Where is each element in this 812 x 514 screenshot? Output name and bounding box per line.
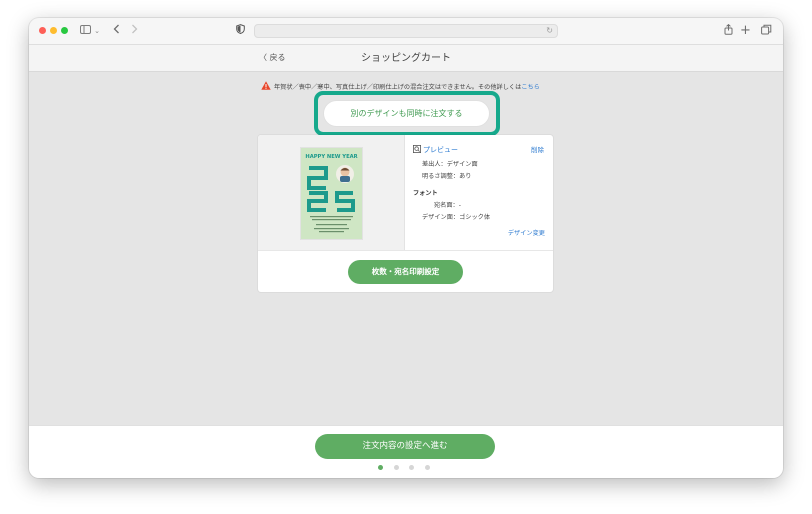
- sender-row: 差出人：デザイン面: [422, 161, 478, 168]
- warning-text: 年賀状／喪中／寒中、写真仕上げ／印刷仕上げの混合注文はできません。その他詳しくは: [274, 84, 522, 91]
- share-icon[interactable]: [723, 23, 733, 38]
- bottom-bar: 注文内容の設定へ進む: [29, 425, 783, 478]
- magnifier-icon: [413, 145, 421, 153]
- step-dot-2: [394, 465, 399, 470]
- browser-window: ⌄ ↻ + 〈 戻る ショッピングカート 年賀状／喪中／寒中、写真仕上げ／印刷仕…: [29, 18, 783, 478]
- warning-triangle-icon: [261, 81, 271, 90]
- cart-item-card: HAPPY NEW YEAR 25: [258, 135, 553, 292]
- font-heading: フォント: [413, 190, 438, 197]
- reload-icon[interactable]: ↻: [546, 25, 553, 37]
- zoom-window-button[interactable]: [61, 27, 68, 34]
- new-year-card-image[interactable]: HAPPY NEW YEAR 25: [301, 148, 362, 239]
- tabs-icon[interactable]: [760, 24, 772, 38]
- privacy-shield-icon[interactable]: [235, 24, 245, 38]
- step-dot-4: [425, 465, 430, 470]
- addressee-font-row: 宛名面：-: [434, 202, 461, 209]
- browser-toolbar: ⌄ ↻ +: [29, 18, 783, 45]
- card-thumbnail-area: HAPPY NEW YEAR 25: [258, 135, 405, 250]
- card-headline-text: HAPPY NEW YEAR: [305, 154, 357, 160]
- step-dot-1: [378, 465, 383, 470]
- back-arrow-icon[interactable]: [111, 24, 121, 38]
- preview-label: プレビュー: [423, 146, 458, 154]
- quantity-address-print-button[interactable]: 枚数・宛名印刷設定: [348, 260, 463, 284]
- design-change-link[interactable]: デザイン変更: [508, 229, 545, 238]
- proceed-to-order-settings-button[interactable]: 注文内容の設定へ進む: [315, 434, 495, 459]
- page-title: ショッピングカート: [361, 53, 451, 64]
- order-another-design-button[interactable]: 別のデザインも同時に注文する: [323, 100, 490, 127]
- delete-link[interactable]: 削除: [531, 146, 544, 155]
- brightness-row: 明るさ調整：あり: [422, 173, 472, 180]
- card-details: プレビュー 削除 差出人：デザイン面 明るさ調整：あり フォント 宛名面：- デ…: [406, 135, 553, 250]
- warning-details-link[interactable]: こちら: [521, 84, 540, 91]
- step-dot-3: [409, 465, 414, 470]
- app-header: 〈 戻る ショッピングカート: [29, 45, 783, 72]
- chevron-down-icon[interactable]: ⌄: [93, 24, 101, 38]
- preview-link[interactable]: プレビュー: [413, 145, 458, 155]
- design-font-row: デザイン面：ゴシック体: [422, 214, 491, 221]
- close-window-button[interactable]: [39, 27, 46, 34]
- card-footer: 枚数・宛名印刷設定: [258, 250, 553, 292]
- address-bar[interactable]: ↻: [254, 24, 558, 38]
- plus-icon[interactable]: +: [740, 24, 751, 38]
- minimize-window-button[interactable]: [50, 27, 57, 34]
- sidebar-icon[interactable]: [79, 24, 91, 38]
- forward-arrow-icon[interactable]: [129, 24, 139, 38]
